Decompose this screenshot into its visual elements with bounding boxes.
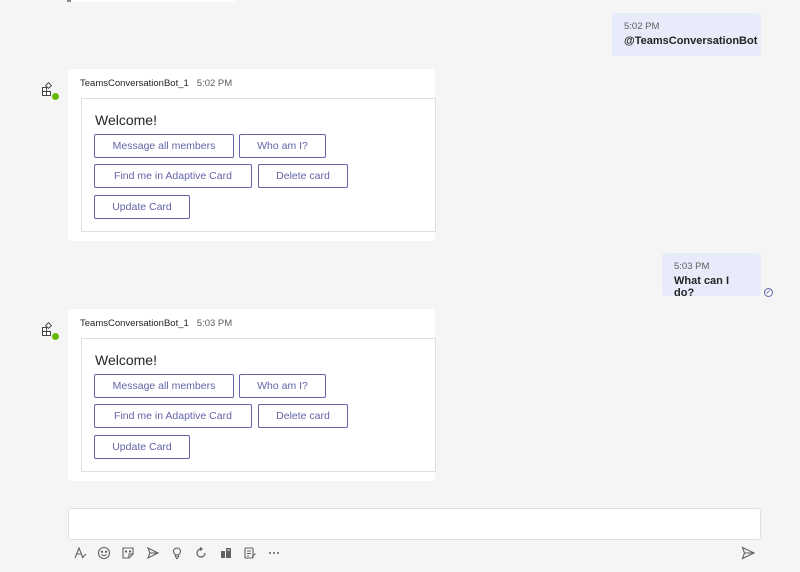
adaptive-card: Welcome! Message all members Who am I? F… <box>81 338 436 472</box>
message-timestamp: 5:03 PM <box>674 261 710 272</box>
message-text: @TeamsConversationBot <box>624 35 758 47</box>
message-timestamp: 5:02 PM <box>624 21 660 32</box>
sender-name: TeamsConversationBot_1 <box>80 318 189 329</box>
card-title: Welcome! <box>95 352 157 368</box>
update-card-button[interactable]: Update Card <box>94 435 190 459</box>
message-header: TeamsConversationBot_1 5:02 PM <box>80 78 232 89</box>
adaptive-card: Welcome! Message all members Who am I? F… <box>81 98 436 232</box>
outgoing-message[interactable]: 5:03 PM What can I do? <box>662 253 761 299</box>
who-am-i-button[interactable]: Who am I? <box>239 134 326 158</box>
delete-card-button[interactable]: Delete card <box>258 404 348 428</box>
presence-available-icon <box>51 92 60 101</box>
card-title: Welcome! <box>95 112 157 128</box>
sender-name: TeamsConversationBot_1 <box>80 78 189 89</box>
approvals-icon[interactable] <box>218 545 234 561</box>
find-me-in-adaptive-card-button[interactable]: Find me in Adaptive Card <box>94 164 252 188</box>
bot-avatar[interactable] <box>42 81 60 101</box>
bot-avatar[interactable] <box>42 321 60 341</box>
bot-message[interactable]: TeamsConversationBot_1 5:03 PM Welcome! M… <box>68 309 436 481</box>
emoji-icon[interactable] <box>96 545 112 561</box>
message-all-members-button[interactable]: Message all members <box>94 134 234 158</box>
message-header: TeamsConversationBot_1 5:03 PM <box>80 318 232 329</box>
presence-available-icon <box>51 332 60 341</box>
send-icon[interactable] <box>740 545 756 561</box>
more-options-icon[interactable] <box>266 545 282 561</box>
previous-message-marker <box>67 0 71 2</box>
bot-message[interactable]: TeamsConversationBot_1 5:02 PM Welcome! M… <box>68 69 436 241</box>
delete-card-button[interactable]: Delete card <box>258 164 348 188</box>
message-timestamp: 5:03 PM <box>196 318 233 329</box>
forms-icon[interactable] <box>242 545 258 561</box>
message-timestamp: 5:02 PM <box>196 78 233 89</box>
update-card-button[interactable]: Update Card <box>94 195 190 219</box>
previous-message-edge <box>68 0 234 2</box>
message-all-members-button[interactable]: Message all members <box>94 374 234 398</box>
loop-icon[interactable] <box>193 545 209 561</box>
read-receipt-icon: ✓ <box>764 288 773 297</box>
idea-icon[interactable] <box>169 545 185 561</box>
praise-icon[interactable] <box>145 545 161 561</box>
compose-box[interactable] <box>68 508 761 540</box>
message-text: What can I do? <box>674 275 730 299</box>
who-am-i-button[interactable]: Who am I? <box>239 374 326 398</box>
sticker-icon[interactable] <box>120 545 136 561</box>
outgoing-message[interactable]: 5:02 PM @TeamsConversationBot <box>612 13 761 56</box>
format-icon[interactable] <box>72 545 88 561</box>
find-me-in-adaptive-card-button[interactable]: Find me in Adaptive Card <box>94 404 252 428</box>
